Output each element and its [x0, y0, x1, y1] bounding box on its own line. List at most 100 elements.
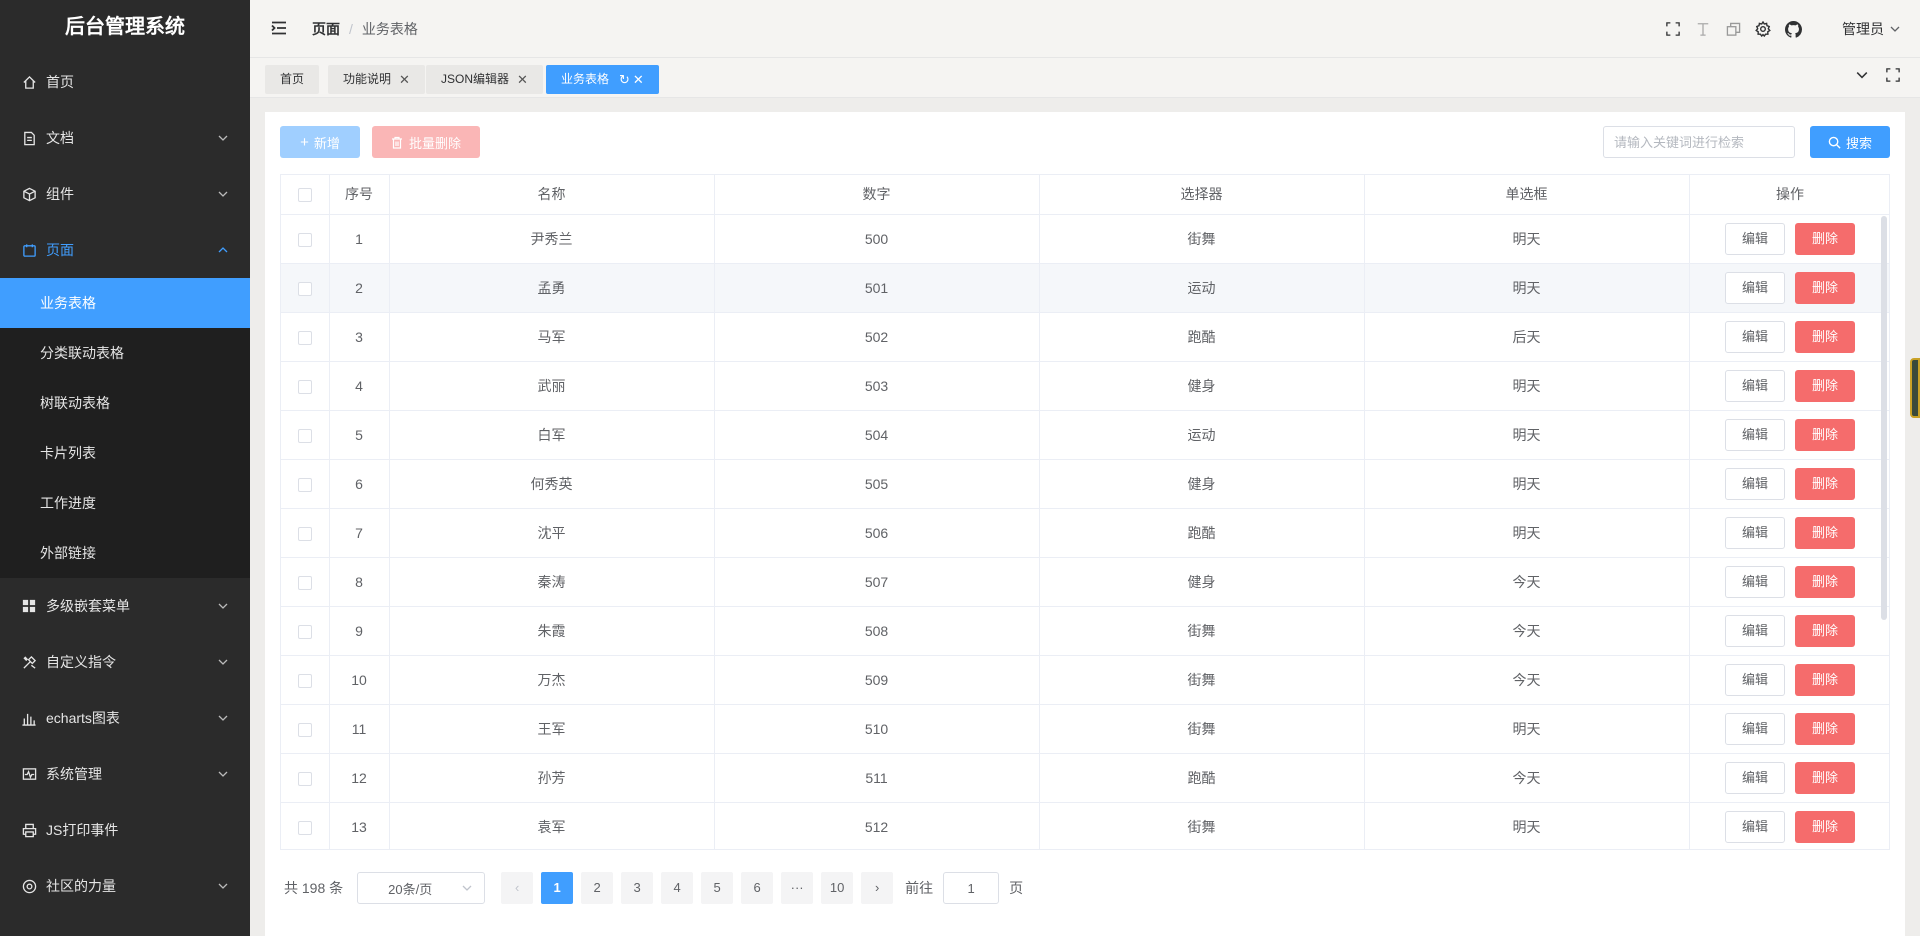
- row-checkbox[interactable]: [297, 624, 312, 639]
- delete-button[interactable]: 删除: [1795, 418, 1855, 451]
- sidebar-subitem-card-list[interactable]: 卡片列表: [0, 428, 250, 478]
- delete-button[interactable]: 删除: [1795, 663, 1855, 696]
- sidebar-item-docs[interactable]: 文档: [0, 110, 250, 166]
- side-widget[interactable]: [1910, 358, 1920, 418]
- font-size-icon[interactable]: [1694, 20, 1712, 38]
- github-icon[interactable]: [1784, 20, 1802, 38]
- batch-delete-button[interactable]: 批量删除: [372, 126, 480, 158]
- search-button[interactable]: 搜索: [1810, 126, 1890, 158]
- close-icon[interactable]: ✕: [399, 65, 410, 94]
- row-checkbox[interactable]: [297, 330, 312, 345]
- edit-button[interactable]: 编辑: [1725, 418, 1785, 451]
- edit-button[interactable]: 编辑: [1725, 565, 1785, 598]
- tab-home[interactable]: 首页: [265, 65, 320, 94]
- edit-button[interactable]: 编辑: [1725, 761, 1785, 794]
- search-input[interactable]: [1603, 126, 1795, 158]
- menu-fold-icon[interactable]: [270, 19, 290, 39]
- page-size-select[interactable]: 20条/页: [357, 872, 486, 904]
- settings-icon[interactable]: [1754, 20, 1772, 38]
- edit-button[interactable]: 编辑: [1725, 467, 1785, 500]
- search-button-label: 搜索: [1845, 135, 1872, 151]
- sidebar-item-nested-menu[interactable]: 多级嵌套菜单: [0, 578, 250, 634]
- sidebar-item-community[interactable]: 社区的力量: [0, 858, 250, 914]
- tabs-actions: [1856, 68, 1900, 82]
- row-checkbox[interactable]: [297, 281, 312, 296]
- page-button[interactable]: 10: [821, 872, 854, 904]
- page-button[interactable]: 2: [581, 872, 614, 904]
- page-button[interactable]: 6: [741, 872, 774, 904]
- row-checkbox[interactable]: [297, 575, 312, 590]
- tab-business-table[interactable]: 业务表格 ↻ ✕: [546, 65, 659, 94]
- page-button[interactable]: 3: [621, 872, 654, 904]
- sidebar-item-print[interactable]: JS打印事件: [0, 802, 250, 858]
- edit-button[interactable]: 编辑: [1725, 369, 1785, 402]
- next-page-button[interactable]: ›: [861, 872, 894, 904]
- select-all-checkbox[interactable]: [297, 188, 312, 203]
- sidebar-subitem-category-table[interactable]: 分类联动表格: [0, 328, 250, 378]
- page-button[interactable]: 1: [541, 872, 574, 904]
- row-checkbox[interactable]: [297, 673, 312, 688]
- delete-button[interactable]: 删除: [1795, 320, 1855, 353]
- tab-features[interactable]: 功能说明 ✕: [328, 65, 425, 94]
- fullscreen-icon[interactable]: [1664, 20, 1682, 38]
- goto-page-input[interactable]: [943, 872, 1000, 904]
- edit-button[interactable]: 编辑: [1725, 810, 1785, 843]
- sidebar-subitem-business-table[interactable]: 业务表格: [0, 278, 250, 328]
- edit-button[interactable]: 编辑: [1725, 663, 1785, 696]
- row-select-cell: [281, 312, 330, 362]
- column-header: 单选框: [1364, 175, 1690, 215]
- edit-button[interactable]: 编辑: [1725, 516, 1785, 549]
- cell-name: 沈平: [389, 508, 715, 558]
- cell-name: 尹秀兰: [389, 214, 715, 264]
- row-checkbox[interactable]: [297, 379, 312, 394]
- sidebar-subitem-external-link[interactable]: 外部链接: [0, 528, 250, 578]
- fullscreen-icon[interactable]: [1886, 68, 1900, 82]
- prev-page-button[interactable]: ‹: [501, 872, 534, 904]
- tab-json-editor[interactable]: JSON编辑器 ✕: [426, 65, 543, 94]
- edit-button[interactable]: 编辑: [1725, 320, 1785, 353]
- sidebar-subitem-work-progress[interactable]: 工作进度: [0, 478, 250, 528]
- delete-button[interactable]: 删除: [1795, 222, 1855, 255]
- breadcrumb-item-pages[interactable]: 页面: [312, 19, 340, 39]
- goto-page: 前往 页: [905, 872, 1023, 904]
- row-checkbox[interactable]: [297, 526, 312, 541]
- sidebar-item-pages[interactable]: 页面: [0, 222, 250, 278]
- page-button[interactable]: 5: [701, 872, 734, 904]
- close-icon[interactable]: ✕: [517, 65, 528, 94]
- edit-button[interactable]: 编辑: [1725, 712, 1785, 745]
- add-button[interactable]: + 新增: [280, 126, 360, 158]
- sidebar-item-home[interactable]: 首页: [0, 54, 250, 110]
- delete-button[interactable]: 删除: [1795, 369, 1855, 402]
- more-pages-button[interactable]: ···: [781, 872, 814, 904]
- row-checkbox[interactable]: [297, 428, 312, 443]
- sidebar-item-components[interactable]: 组件: [0, 166, 250, 222]
- delete-button[interactable]: 删除: [1795, 761, 1855, 794]
- row-checkbox[interactable]: [297, 232, 312, 247]
- page-button[interactable]: 4: [661, 872, 694, 904]
- user-menu[interactable]: 管理员: [1842, 19, 1900, 39]
- close-icon[interactable]: ✕: [633, 65, 644, 94]
- table-row: 10 万杰 509 街舞 今天 编辑 删除: [281, 655, 1889, 705]
- row-checkbox[interactable]: [297, 477, 312, 492]
- delete-button[interactable]: 删除: [1795, 565, 1855, 598]
- delete-button[interactable]: 删除: [1795, 614, 1855, 647]
- refresh-icon[interactable]: ↻: [619, 65, 630, 94]
- delete-button[interactable]: 删除: [1795, 712, 1855, 745]
- edit-button[interactable]: 编辑: [1725, 271, 1785, 304]
- edit-button[interactable]: 编辑: [1725, 614, 1785, 647]
- layout-icon[interactable]: [1724, 20, 1742, 38]
- sidebar-item-echarts[interactable]: echarts图表: [0, 690, 250, 746]
- delete-button[interactable]: 删除: [1795, 810, 1855, 843]
- row-checkbox[interactable]: [297, 722, 312, 737]
- row-checkbox[interactable]: [297, 771, 312, 786]
- sidebar-subitem-tree-table[interactable]: 树联动表格: [0, 378, 250, 428]
- table-scrollbar[interactable]: [1881, 216, 1887, 620]
- delete-button[interactable]: 删除: [1795, 271, 1855, 304]
- sidebar-item-system[interactable]: 系统管理: [0, 746, 250, 802]
- sidebar-item-directives[interactable]: 自定义指令: [0, 634, 250, 690]
- row-checkbox[interactable]: [297, 820, 312, 835]
- edit-button[interactable]: 编辑: [1725, 222, 1785, 255]
- chevron-down-icon[interactable]: [1856, 69, 1868, 81]
- delete-button[interactable]: 删除: [1795, 516, 1855, 549]
- delete-button[interactable]: 删除: [1795, 467, 1855, 500]
